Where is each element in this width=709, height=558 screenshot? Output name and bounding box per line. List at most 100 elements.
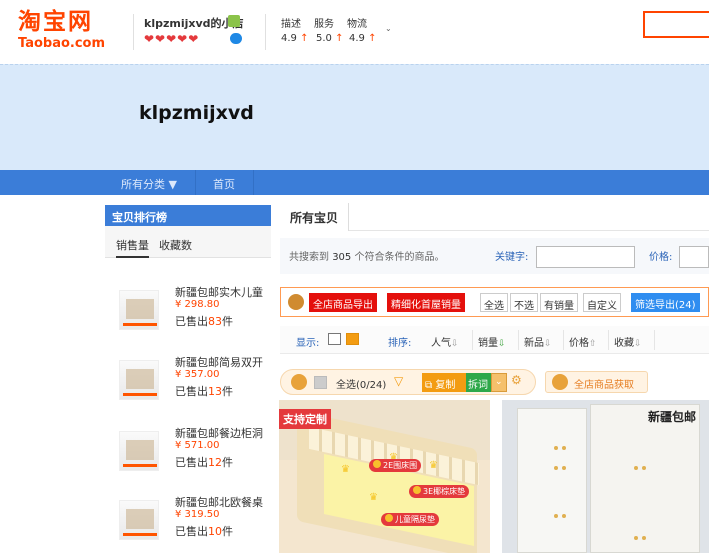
plugin-avatar-icon <box>288 294 304 310</box>
ranking-item[interactable]: 新疆包邮餐边柜洞 ¥ 571.00 已售出12件 <box>105 421 271 489</box>
sort-divider <box>654 330 655 350</box>
wangwang-chat-icon[interactable] <box>228 15 240 27</box>
filter-export-button[interactable]: 筛选导出(24) <box>631 293 700 312</box>
shiba-dog-icon <box>552 374 568 390</box>
chevron-down-icon[interactable]: ⌄ <box>385 24 392 33</box>
ranking-item-title[interactable]: 新疆包邮简易双开 <box>175 354 267 370</box>
taobao-logo[interactable]: 淘宝网 Taobao.com <box>18 9 120 55</box>
cabinet-knob <box>634 536 638 540</box>
sort-popularity[interactable]: 人气⇩ <box>431 334 459 349</box>
cabinet-knob <box>554 446 558 450</box>
product-card[interactable]: 新疆包邮 <box>502 400 709 553</box>
sort-sales[interactable]: 销量⇩ <box>478 334 506 349</box>
product-title-overlay: 新疆包邮 <box>648 410 697 424</box>
sort-divider <box>472 330 473 350</box>
product-thumbnail[interactable] <box>119 500 159 540</box>
product-thumbnail[interactable] <box>119 360 159 400</box>
export-top-sales-button[interactable]: 精细化首屋销量 <box>387 293 465 312</box>
with-sales-button[interactable]: 有销量 <box>540 293 578 312</box>
sort-divider <box>563 330 564 350</box>
shop-rating-hearts: ❤❤❤❤❤ <box>144 32 200 46</box>
banner-title: klpzmijxvd <box>139 102 254 124</box>
search-filter-bar: 共搜索到 305 个符合条件的商品。 关键字: 价格: <box>280 238 709 274</box>
search-input[interactable] <box>643 11 709 38</box>
select-all-button[interactable]: 全选 <box>480 293 508 312</box>
logo-en: Taobao.com <box>18 36 106 51</box>
product-card[interactable]: ♛ ♛ ♛ ♛ 支持定制 2E围床围 3E椰棕床垫 儿童隔尿垫 <box>279 400 490 553</box>
sort-price[interactable]: 价格⇧ <box>569 334 597 349</box>
product-thumbnail[interactable] <box>119 431 159 471</box>
dropdown-arrow-icon[interactable]: ⌄ <box>491 373 507 392</box>
sort-label: 排序: <box>388 338 412 349</box>
copy-button[interactable]: ⧉ 复制 <box>422 373 466 392</box>
ranking-item-sold: 已售出12件 <box>175 456 233 469</box>
shop-nav: 所有分类 ▼ 首页 <box>0 170 709 195</box>
logo-cn: 淘宝网 <box>18 9 93 35</box>
ranking-item-price: ¥ 357.00 <box>175 369 220 380</box>
sort-divider <box>518 330 519 350</box>
shiba-dog-icon <box>291 374 307 390</box>
filter-funnel-icon[interactable]: ▽ <box>394 374 403 388</box>
nav-home[interactable]: 首页 <box>213 176 235 192</box>
select-all-checkbox[interactable] <box>314 376 327 389</box>
selection-bar: 全选(0/24) ▽ ⧉ 复制 拆词 ⌄ ⚙ <box>280 369 536 395</box>
crown-icon: ♛ <box>429 460 438 471</box>
sort-divider <box>608 330 609 350</box>
product-feature-tag: 儿童隔尿垫 <box>381 513 439 526</box>
gear-icon[interactable]: ⚙ <box>511 373 522 387</box>
product-thumbnail[interactable] <box>119 290 159 330</box>
price-min-input[interactable] <box>679 246 709 268</box>
product-feature-tag: 2E围床围 <box>369 459 422 472</box>
sort-bar: 显示: 排序: 人气⇩ 销量⇩ 新品⇩ 价格⇧ 收藏⇩ <box>280 326 709 354</box>
select-none-button[interactable]: 不选 <box>510 293 538 312</box>
crown-icon: ♛ <box>369 492 378 503</box>
get-all-label: 全店商品获取 <box>574 380 634 391</box>
ranking-item-price: ¥ 298.80 <box>175 299 220 310</box>
dsr-label-service: 服务 <box>314 19 334 30</box>
display-label: 显示: <box>296 338 320 349</box>
result-count: 共搜索到 305 个符合条件的商品。 <box>289 252 445 263</box>
ranking-item[interactable]: 新疆包邮实木儿童 ¥ 298.80 已售出83件 <box>105 280 271 348</box>
cabinet-knob <box>562 466 566 470</box>
nav-divider <box>253 170 254 195</box>
product-feature-tag: 3E椰棕床垫 <box>409 485 470 498</box>
dsr-value-logistics: 4.9 ↑ <box>349 33 377 44</box>
select-all-count: 全选(0/24) <box>336 380 387 391</box>
ranking-item-title[interactable]: 新疆包邮北欧餐桌 <box>175 494 267 510</box>
tab-all-items[interactable]: 所有宝贝 <box>280 203 350 231</box>
cabinet-knob <box>634 466 638 470</box>
product-image[interactable] <box>590 404 700 553</box>
dsr-label-desc: 描述 <box>281 19 301 30</box>
sort-new[interactable]: 新品⇩ <box>524 334 552 349</box>
sort-favorites[interactable]: 收藏⇩ <box>614 334 642 349</box>
export-toolbar: 全店商品导出 精细化首屋销量 全选 不选 有销量 自定义 筛选导出(24) <box>280 287 709 317</box>
cabinet-knob <box>554 514 558 518</box>
keyword-input[interactable] <box>536 246 635 268</box>
cabinet-knob <box>554 466 558 470</box>
ranking-item-title[interactable]: 新疆包邮餐边柜洞 <box>175 425 267 441</box>
custom-badge: 支持定制 <box>279 409 331 429</box>
ranking-item-price: ¥ 571.00 <box>175 440 220 451</box>
tab-favorites[interactable]: 收藏数 <box>159 237 192 253</box>
dsr-label-logistics: 物流 <box>347 19 367 30</box>
get-all-products-button[interactable]: 全店商品获取 <box>545 371 648 393</box>
grid-view-icon[interactable] <box>346 333 359 345</box>
ranking-item-title[interactable]: 新疆包邮实木儿童 <box>175 284 267 300</box>
cabinet-knob <box>562 514 566 518</box>
tab-sales[interactable]: 销售量 <box>116 237 149 258</box>
cabinet-knob <box>562 446 566 450</box>
consumer-protection-icon[interactable] <box>230 33 242 44</box>
nav-all-categories[interactable]: 所有分类 ▼ <box>121 176 177 192</box>
divider <box>265 14 266 50</box>
list-view-icon[interactable] <box>328 333 341 345</box>
custom-button[interactable]: 自定义 <box>583 293 621 312</box>
split-words-button[interactable]: 拆词 <box>466 373 491 392</box>
dsr-value-desc: 4.9 ↑ <box>281 33 309 44</box>
ranking-tabs: 销售量 收藏数 <box>105 226 271 258</box>
product-image[interactable] <box>517 408 587 553</box>
ranking-item[interactable]: 新疆包邮简易双开 ¥ 357.00 已售出13件 <box>105 350 271 418</box>
export-all-button[interactable]: 全店商品导出 <box>309 293 377 312</box>
ranking-item[interactable]: 新疆包邮北欧餐桌 ¥ 319.50 已售出10件 <box>105 490 271 558</box>
ranking-item-sold: 已售出13件 <box>175 385 233 398</box>
top-header: 淘宝网 Taobao.com klpzmijxvd的小店 ❤❤❤❤❤ 描述 服务… <box>0 0 709 64</box>
